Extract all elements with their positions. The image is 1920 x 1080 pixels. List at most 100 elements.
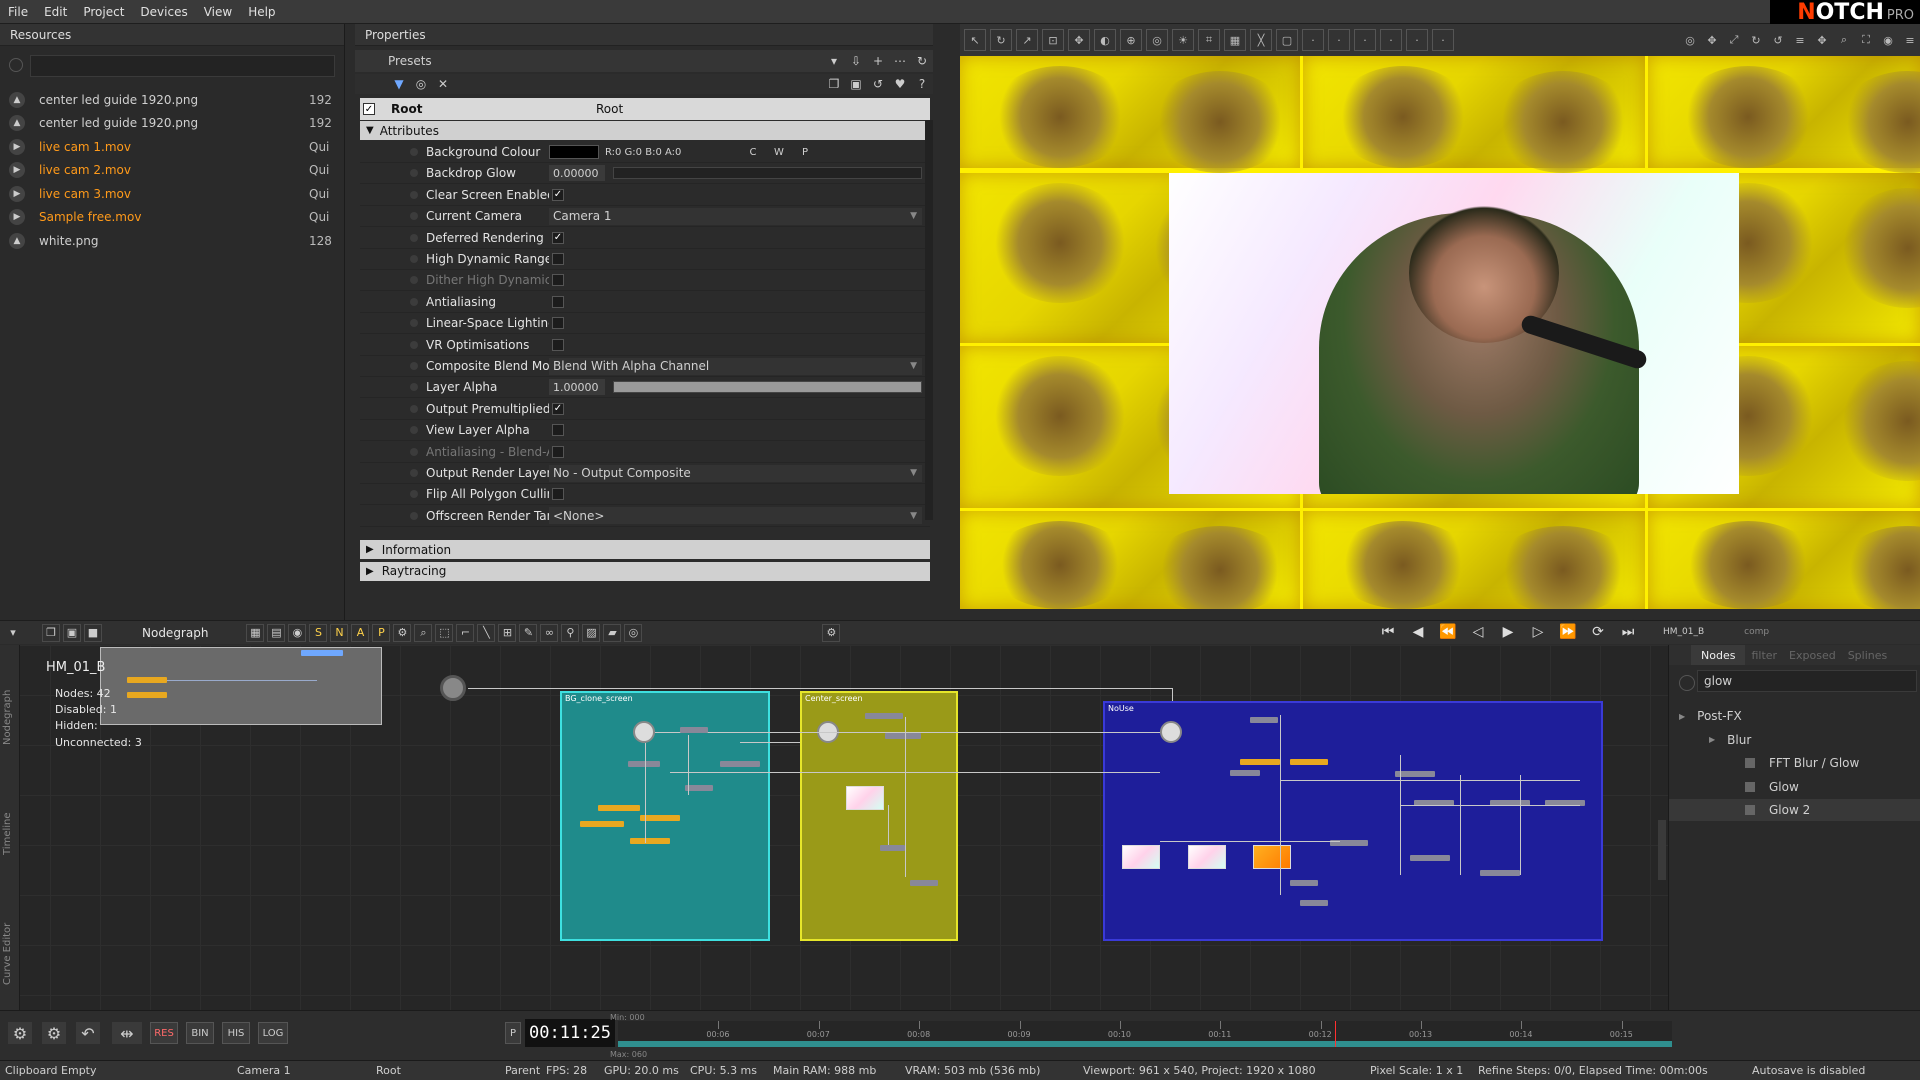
graph-node[interactable]: [1290, 759, 1328, 765]
attribute-slider[interactable]: [613, 167, 922, 180]
group-icon[interactable]: ▤: [267, 623, 286, 642]
log-button[interactable]: LOG: [258, 1022, 288, 1044]
attribute-row[interactable]: Current Camera Camera 1 ▼: [360, 206, 930, 228]
attribute-dropdown[interactable]: No - Output Composite ▼: [549, 464, 922, 482]
first-frame-icon[interactable]: ⏮: [1373, 624, 1403, 640]
viewport-move-icon[interactable]: ⊡: [1042, 29, 1064, 51]
sync-icon[interactable]: ⇹: [112, 1022, 142, 1044]
image-icon[interactable]: ▰: [603, 623, 622, 642]
viewport-select-icon[interactable]: ↖: [964, 29, 986, 51]
tab-nodegraph[interactable]: Nodegraph: [2, 690, 13, 745]
his-button[interactable]: HIS: [222, 1022, 250, 1044]
viewport-zoom-icon[interactable]: ⊕: [1120, 29, 1142, 51]
viewport-cam2-icon[interactable]: ◉: [1878, 29, 1898, 51]
paste-icon[interactable]: ▣: [63, 623, 81, 642]
viewport-rotate-icon[interactable]: ↻: [990, 29, 1012, 51]
graph-node[interactable]: [1395, 771, 1435, 777]
step-fwd-icon[interactable]: ▷: [1523, 624, 1553, 640]
attribute-row[interactable]: Backdrop Glow 0.00000: [360, 163, 930, 185]
keyframe-dot-icon[interactable]: [410, 404, 418, 413]
keyframe-dot-icon[interactable]: [410, 276, 418, 285]
viewport-rot-icon[interactable]: ↻: [1746, 29, 1766, 51]
attribute-row[interactable]: Dither High Dynamic: [360, 270, 930, 292]
target-icon[interactable]: ◎: [624, 623, 643, 642]
heart-icon[interactable]: ♥: [889, 74, 911, 94]
attribute-checkbox[interactable]: [552, 338, 564, 351]
graph-node[interactable]: [680, 727, 708, 733]
attribute-row[interactable]: Clear Screen Enabled ✓: [360, 185, 930, 206]
nodegraph-canvas[interactable]: HM_01_B Nodes: 42 Disabled: 1 Hidden: Un…: [0, 645, 1668, 1010]
resource-item[interactable]: ▶ live cam 2.mov Qui: [0, 159, 345, 182]
viewport-pan-icon[interactable]: ✥: [1068, 29, 1090, 51]
resource-item[interactable]: ▶ live cam 1.mov Qui: [0, 135, 345, 158]
graph-node[interactable]: [1300, 900, 1328, 906]
root-node-row[interactable]: ✓ Root Root: [360, 98, 930, 120]
section-header-raytracing[interactable]: ▶ Raytracing: [360, 561, 930, 581]
attribute-checkbox[interactable]: [552, 424, 564, 437]
link-icon[interactable]: ∞: [540, 623, 559, 642]
node-tree-item[interactable]: FFT Blur / Glow: [1669, 752, 1920, 774]
viewport-rot-icon[interactable]: ·: [1406, 29, 1428, 51]
current-time-display[interactable]: 00:11:25: [525, 1019, 615, 1047]
root-enabled-checkbox[interactable]: ✓: [363, 103, 375, 115]
loop-icon[interactable]: ⟳: [1583, 624, 1613, 640]
attribute-row[interactable]: Output Render Layers No - Output Composit…: [360, 463, 930, 484]
keyframe-dot-icon[interactable]: [410, 212, 418, 221]
target-icon[interactable]: ◎: [410, 74, 432, 94]
tab-curve-editor[interactable]: Curve Editor: [2, 923, 13, 985]
refresh-icon[interactable]: ↻: [911, 51, 933, 71]
viewport-zoom-icon[interactable]: ⌕: [1834, 29, 1854, 51]
hatch-icon[interactable]: ▨: [582, 623, 601, 642]
graph-node[interactable]: [685, 785, 713, 791]
viewport-light-icon[interactable]: ☀: [1172, 29, 1194, 51]
resource-item[interactable]: ▲ center led guide 1920.png 192: [0, 88, 345, 111]
keyframe-dot-icon[interactable]: [410, 362, 418, 370]
tab-exposed[interactable]: Exposed: [1783, 649, 1842, 662]
graph-node[interactable]: [598, 805, 640, 811]
attribute-row[interactable]: Background Colour R:0 G:0 B:0 A:0 C W P: [360, 142, 930, 163]
nodegraph-scrollbar[interactable]: [1658, 820, 1666, 880]
attribute-row[interactable]: View Layer Alpha: [360, 420, 930, 442]
attribute-checkbox[interactable]: [552, 488, 564, 501]
plus-icon[interactable]: +: [867, 51, 889, 71]
colour-mode-button[interactable]: P: [792, 147, 818, 158]
keyframe-dot-icon[interactable]: [410, 190, 418, 199]
keyframe-dot-icon[interactable]: [410, 255, 418, 263]
keyframe-dot-icon[interactable]: [410, 319, 418, 328]
graph-node[interactable]: [865, 713, 903, 719]
attribute-row[interactable]: Antialiasing - Blend-A: [360, 442, 930, 463]
copy-icon[interactable]: ❐: [823, 74, 845, 94]
attribute-checkbox[interactable]: [552, 274, 564, 287]
viewport-fit-icon[interactable]: ⤢: [1724, 29, 1744, 51]
camera-icon[interactable]: ◉: [288, 623, 307, 642]
resource-item[interactable]: ▲ white.png 128: [0, 229, 345, 252]
fast-fwd-icon[interactable]: ⏩: [1553, 624, 1583, 640]
bin-button[interactable]: BIN: [186, 1022, 214, 1044]
download-icon[interactable]: ⇩: [845, 51, 867, 71]
attribute-row[interactable]: Composite Blend Moc Blend With Alpha Chan…: [360, 356, 930, 377]
tool-n[interactable]: N: [330, 623, 349, 642]
menu-file[interactable]: File: [0, 5, 36, 19]
viewport-x-icon[interactable]: ·: [1302, 29, 1324, 51]
node-tree-item[interactable]: Glow 2: [1669, 799, 1920, 821]
chevron-down-icon[interactable]: ▾: [823, 51, 845, 71]
node-tree-item[interactable]: ▶ Blur: [1669, 729, 1920, 751]
prev-key-icon[interactable]: ◀: [1403, 624, 1433, 640]
viewport-snap-icon[interactable]: ⌗: [1198, 29, 1220, 51]
attribute-row[interactable]: Linear-Space Lighting: [360, 313, 930, 335]
resource-item[interactable]: ▶ Sample free.mov Qui: [0, 206, 345, 229]
search-icon[interactable]: [1679, 675, 1695, 691]
graph-node[interactable]: [1480, 870, 1520, 876]
minimap-frame[interactable]: [100, 647, 382, 725]
comment-icon[interactable]: ✎: [519, 623, 538, 642]
chevron-right-icon[interactable]: ▶: [1709, 735, 1715, 744]
tab-splines[interactable]: Splines: [1842, 649, 1894, 662]
last-frame-icon[interactable]: ⏭: [1613, 624, 1643, 640]
playhead[interactable]: [1334, 1021, 1336, 1047]
colour-swatch[interactable]: [549, 145, 599, 159]
section-header-information[interactable]: ▶ Information: [360, 540, 930, 559]
menu-edit[interactable]: Edit: [36, 5, 75, 19]
gear-icon[interactable]: ⚙: [393, 623, 412, 642]
filter-icon[interactable]: ▼: [388, 74, 410, 94]
keyframe-dot-icon[interactable]: [410, 148, 418, 156]
